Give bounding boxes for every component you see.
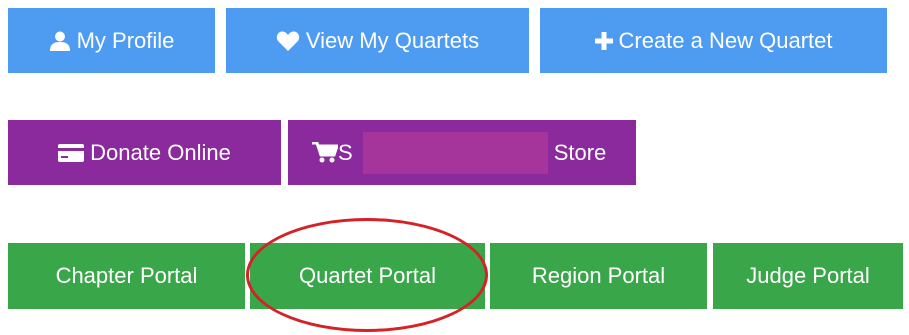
region-portal-button[interactable]: Region Portal bbox=[490, 243, 707, 309]
heart-icon bbox=[276, 30, 300, 52]
store-button[interactable]: S Store bbox=[288, 120, 636, 185]
store-label-suffix: Store bbox=[553, 139, 607, 165]
create-new-quartet-label: Create a New Quartet bbox=[618, 27, 833, 53]
my-profile-button[interactable]: My Profile bbox=[8, 8, 215, 73]
region-portal-label: Region Portal bbox=[531, 263, 666, 288]
store-label-prefix: S bbox=[338, 139, 353, 165]
quartet-portal-label: Quartet Portal bbox=[299, 263, 436, 288]
view-my-quartets-label: View My Quartets bbox=[305, 27, 480, 53]
plus-icon bbox=[594, 31, 613, 50]
shopping-cart-icon bbox=[312, 141, 338, 164]
chapter-portal-label: Chapter Portal bbox=[55, 263, 198, 288]
create-new-quartet-button[interactable]: Create a New Quartet bbox=[540, 8, 887, 73]
chapter-portal-button[interactable]: Chapter Portal bbox=[8, 243, 245, 309]
credit-card-icon bbox=[58, 143, 85, 163]
user-icon bbox=[49, 30, 71, 52]
donate-online-button[interactable]: Donate Online bbox=[8, 120, 281, 185]
view-my-quartets-button[interactable]: View My Quartets bbox=[226, 8, 529, 73]
redaction-block bbox=[362, 131, 548, 174]
quartet-portal-button[interactable]: Quartet Portal bbox=[250, 243, 485, 309]
my-profile-label: My Profile bbox=[76, 27, 175, 53]
judge-portal-button[interactable]: Judge Portal bbox=[713, 243, 903, 309]
donate-online-label: Donate Online bbox=[90, 139, 231, 165]
judge-portal-label: Judge Portal bbox=[746, 263, 870, 288]
